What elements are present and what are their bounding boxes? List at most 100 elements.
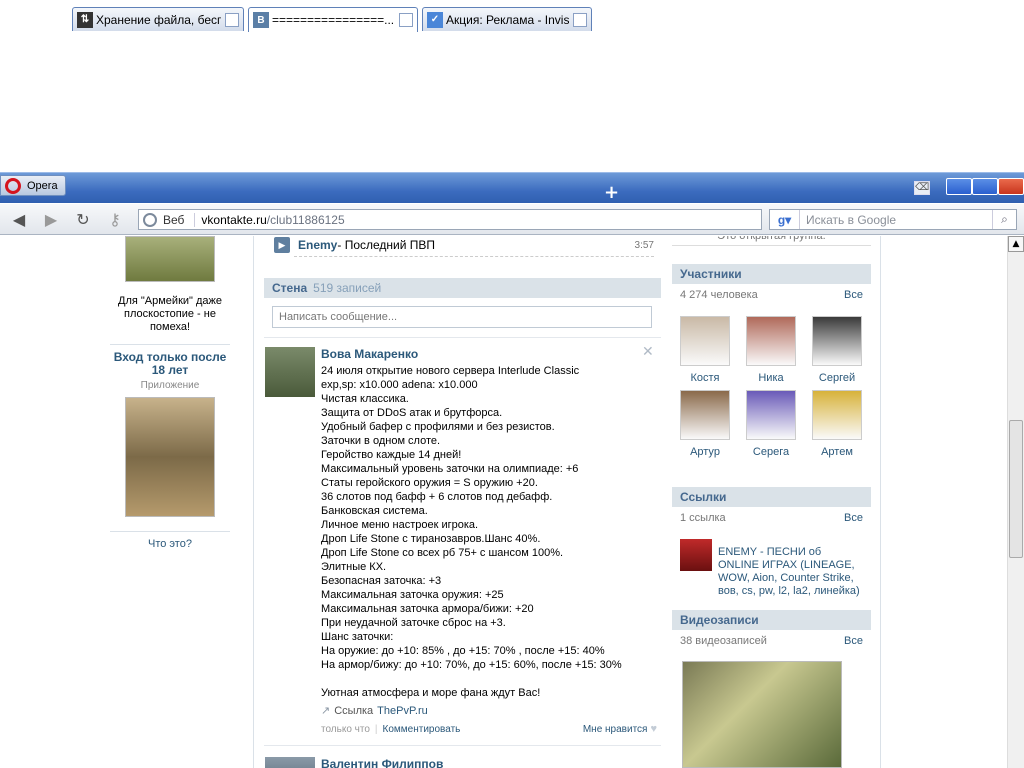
member-photo[interactable] (680, 390, 730, 440)
link-arrow-icon: ↗ (321, 705, 331, 717)
member-item[interactable]: Артем (804, 390, 870, 458)
main-content: ▶ Enemy - Последний ПВП 3:57 Стена 519 з… (253, 236, 881, 768)
member-item[interactable]: Серега (738, 390, 804, 458)
tab-vkontakte[interactable]: B ================... (248, 7, 418, 32)
member-photo[interactable] (746, 316, 796, 366)
member-name[interactable]: Артур (672, 446, 738, 458)
member-name[interactable]: Сергей (804, 372, 870, 384)
post-line (321, 672, 651, 686)
enemy-link-image[interactable] (680, 539, 712, 571)
tab-close-button[interactable] (225, 12, 239, 27)
back-arrow-icon[interactable]: ◀ (8, 210, 30, 230)
heart-icon[interactable]: ♥ (650, 723, 657, 735)
audio-row: ▶ Enemy - Последний ПВП 3:57 (274, 236, 654, 257)
avatar[interactable] (265, 757, 315, 768)
member-photo[interactable] (812, 390, 862, 440)
address-host: vkontakte.ru (201, 212, 267, 227)
links-header[interactable]: Ссылки (672, 487, 871, 507)
minimize-button[interactable] (946, 178, 972, 195)
army-ad-caption[interactable]: Для "Армейки" даже плоскостопие - не пом… (110, 295, 230, 334)
post-line: Чистая классика. (321, 393, 409, 405)
post-line: При неудачной заточке сброс на +3. (321, 617, 506, 629)
left-column: Для "Армейки" даже плоскостопие - не пом… (110, 236, 230, 550)
member-name[interactable]: Артем (804, 446, 870, 458)
opera-menu-button[interactable]: Opera (0, 175, 66, 196)
post-link: ↗ Ссылка ThePvP.ru (321, 704, 428, 718)
members-all-link[interactable]: Все (844, 284, 863, 306)
audio-artist[interactable]: Enemy (298, 238, 337, 252)
links-all-link[interactable]: Все (844, 507, 863, 529)
post-line: Максимальная заточка оружия: +25 (321, 589, 504, 601)
audio-duration: 3:57 (634, 239, 654, 251)
member-name[interactable]: Костя (672, 372, 738, 384)
maximize-button[interactable] (972, 178, 998, 195)
videos-header[interactable]: Видеозаписи (672, 610, 871, 630)
members-header[interactable]: Участники (672, 264, 871, 284)
post-line: Заточки в одном слоте. (321, 435, 441, 447)
member-item[interactable]: Костя (672, 316, 738, 384)
post-line: Максимальная заточка армора/бижи: +20 (321, 603, 534, 615)
avatar[interactable] (265, 347, 315, 397)
key-icon[interactable]: ⚷ (104, 210, 126, 230)
wall-message-input[interactable]: Написать сообщение... (272, 306, 652, 328)
wall-header[interactable]: Стена 519 записей (264, 278, 661, 298)
tab-close-button[interactable] (573, 12, 587, 27)
post-line: Уютная атмосфера и море фана ждут Вас! (321, 687, 541, 699)
members-count: 4 274 человека (680, 289, 758, 301)
close-icon[interactable]: ✕ (642, 344, 654, 360)
what-is-this-link[interactable]: Что это? (110, 538, 230, 550)
member-name[interactable]: Серега (738, 446, 804, 458)
tab-close-button[interactable] (399, 13, 413, 27)
members-grid: Костя Ника Сергей Артур Серега Артем (672, 316, 871, 458)
audio-title: - Последний ПВП (337, 238, 436, 252)
close-button[interactable] (998, 178, 1024, 195)
search-field[interactable]: g▾ Искать в Google ⌕ (769, 209, 1017, 230)
post-line: 24 июля открытие нового сервера Interlud… (321, 365, 580, 377)
vertical-scrollbar[interactable]: ▲ (1007, 236, 1024, 768)
page-viewport: Для "Армейки" даже плоскостопие - не пом… (0, 236, 1024, 768)
play-icon[interactable]: ▶ (274, 237, 290, 253)
member-item[interactable]: Ника (738, 316, 804, 384)
post-line: Элитные КХ. (321, 561, 387, 573)
divider (264, 337, 661, 338)
enemy-link[interactable]: ENEMY - ПЕСНИ об ONLINE ИГРАХ (LINEAGE, … (718, 546, 860, 598)
like-button[interactable]: Мне нравится (583, 724, 648, 735)
post-line: Личное меню настроек игрока. (321, 519, 479, 531)
google-icon[interactable]: g▾ (770, 210, 800, 229)
post-line: 36 слотов под бафф + 6 слотов под дебафф… (321, 491, 553, 503)
post-link-url[interactable]: ThePvP.ru (377, 705, 428, 717)
video-thumbnail[interactable] (682, 661, 842, 768)
member-name[interactable]: Ника (738, 372, 804, 384)
divider (294, 256, 654, 257)
member-photo[interactable] (812, 316, 862, 366)
member-photo[interactable] (746, 390, 796, 440)
member-item[interactable]: Артур (672, 390, 738, 458)
post-line: Дроп Life Stone с тиранозавров.Шанс 40%. (321, 533, 541, 545)
post-line: Шанс заточки: (321, 631, 394, 643)
post-link-prefix: Ссылка (334, 704, 374, 717)
videos-all-link[interactable]: Все (844, 630, 863, 652)
new-tab-button[interactable]: + (604, 182, 619, 203)
soldiers-image[interactable] (125, 397, 215, 517)
tab-file-hosting[interactable]: ⇅ Хранение файла, беспл... (72, 7, 244, 31)
separator: | (374, 723, 378, 735)
trash-icon[interactable]: ⌫ (914, 181, 930, 195)
tab-advertising[interactable]: ✓ Акция: Реклама - Invisi... (422, 7, 592, 31)
post-author[interactable]: Валентин Филиппов (321, 757, 443, 768)
app-title-link[interactable]: Вход только после 18 лет (110, 351, 230, 377)
opera-menu-label: Opera (27, 179, 58, 192)
forward-arrow-icon[interactable]: ▶ (40, 210, 62, 230)
army-ad-image[interactable] (125, 236, 215, 282)
address-field[interactable]: Веб vkontakte.ru /club11886125 (138, 209, 762, 230)
member-item[interactable]: Сергей (804, 316, 870, 384)
scroll-up-icon[interactable]: ▲ (1008, 236, 1024, 252)
post-author[interactable]: Вова Макаренко (321, 347, 418, 361)
member-photo[interactable] (680, 316, 730, 366)
post-line: Защита от DDoS атак и брутфорса. (321, 407, 503, 419)
search-icon[interactable]: ⌕ (992, 210, 1016, 229)
transfer-icon: ⇅ (77, 11, 93, 28)
scrollbar-thumb[interactable] (1009, 420, 1023, 558)
address-web-label: Веб (163, 212, 196, 227)
reload-icon[interactable]: ↻ (72, 210, 94, 230)
comment-link[interactable]: Комментировать (383, 724, 461, 735)
